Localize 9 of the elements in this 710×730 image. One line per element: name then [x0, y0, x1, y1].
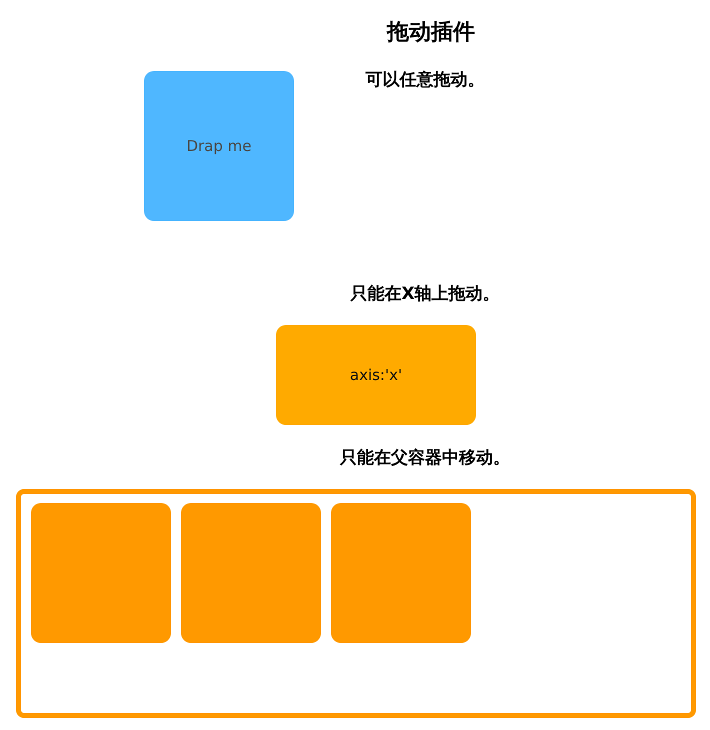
drag-box[interactable]: Drap me [144, 71, 294, 221]
section-heading: 只能在X轴上拖动。 [350, 283, 500, 306]
drag-tile[interactable] [181, 503, 321, 643]
section-heading: 可以任意拖动。 [366, 69, 484, 92]
drag-tile[interactable] [331, 503, 471, 643]
section-heading: 只能在父容器中移动。 [340, 447, 510, 470]
drag-tile[interactable] [31, 503, 171, 643]
drag-box[interactable]: axis:'x' [276, 325, 476, 425]
page-title: 拖动插件 [387, 19, 475, 47]
